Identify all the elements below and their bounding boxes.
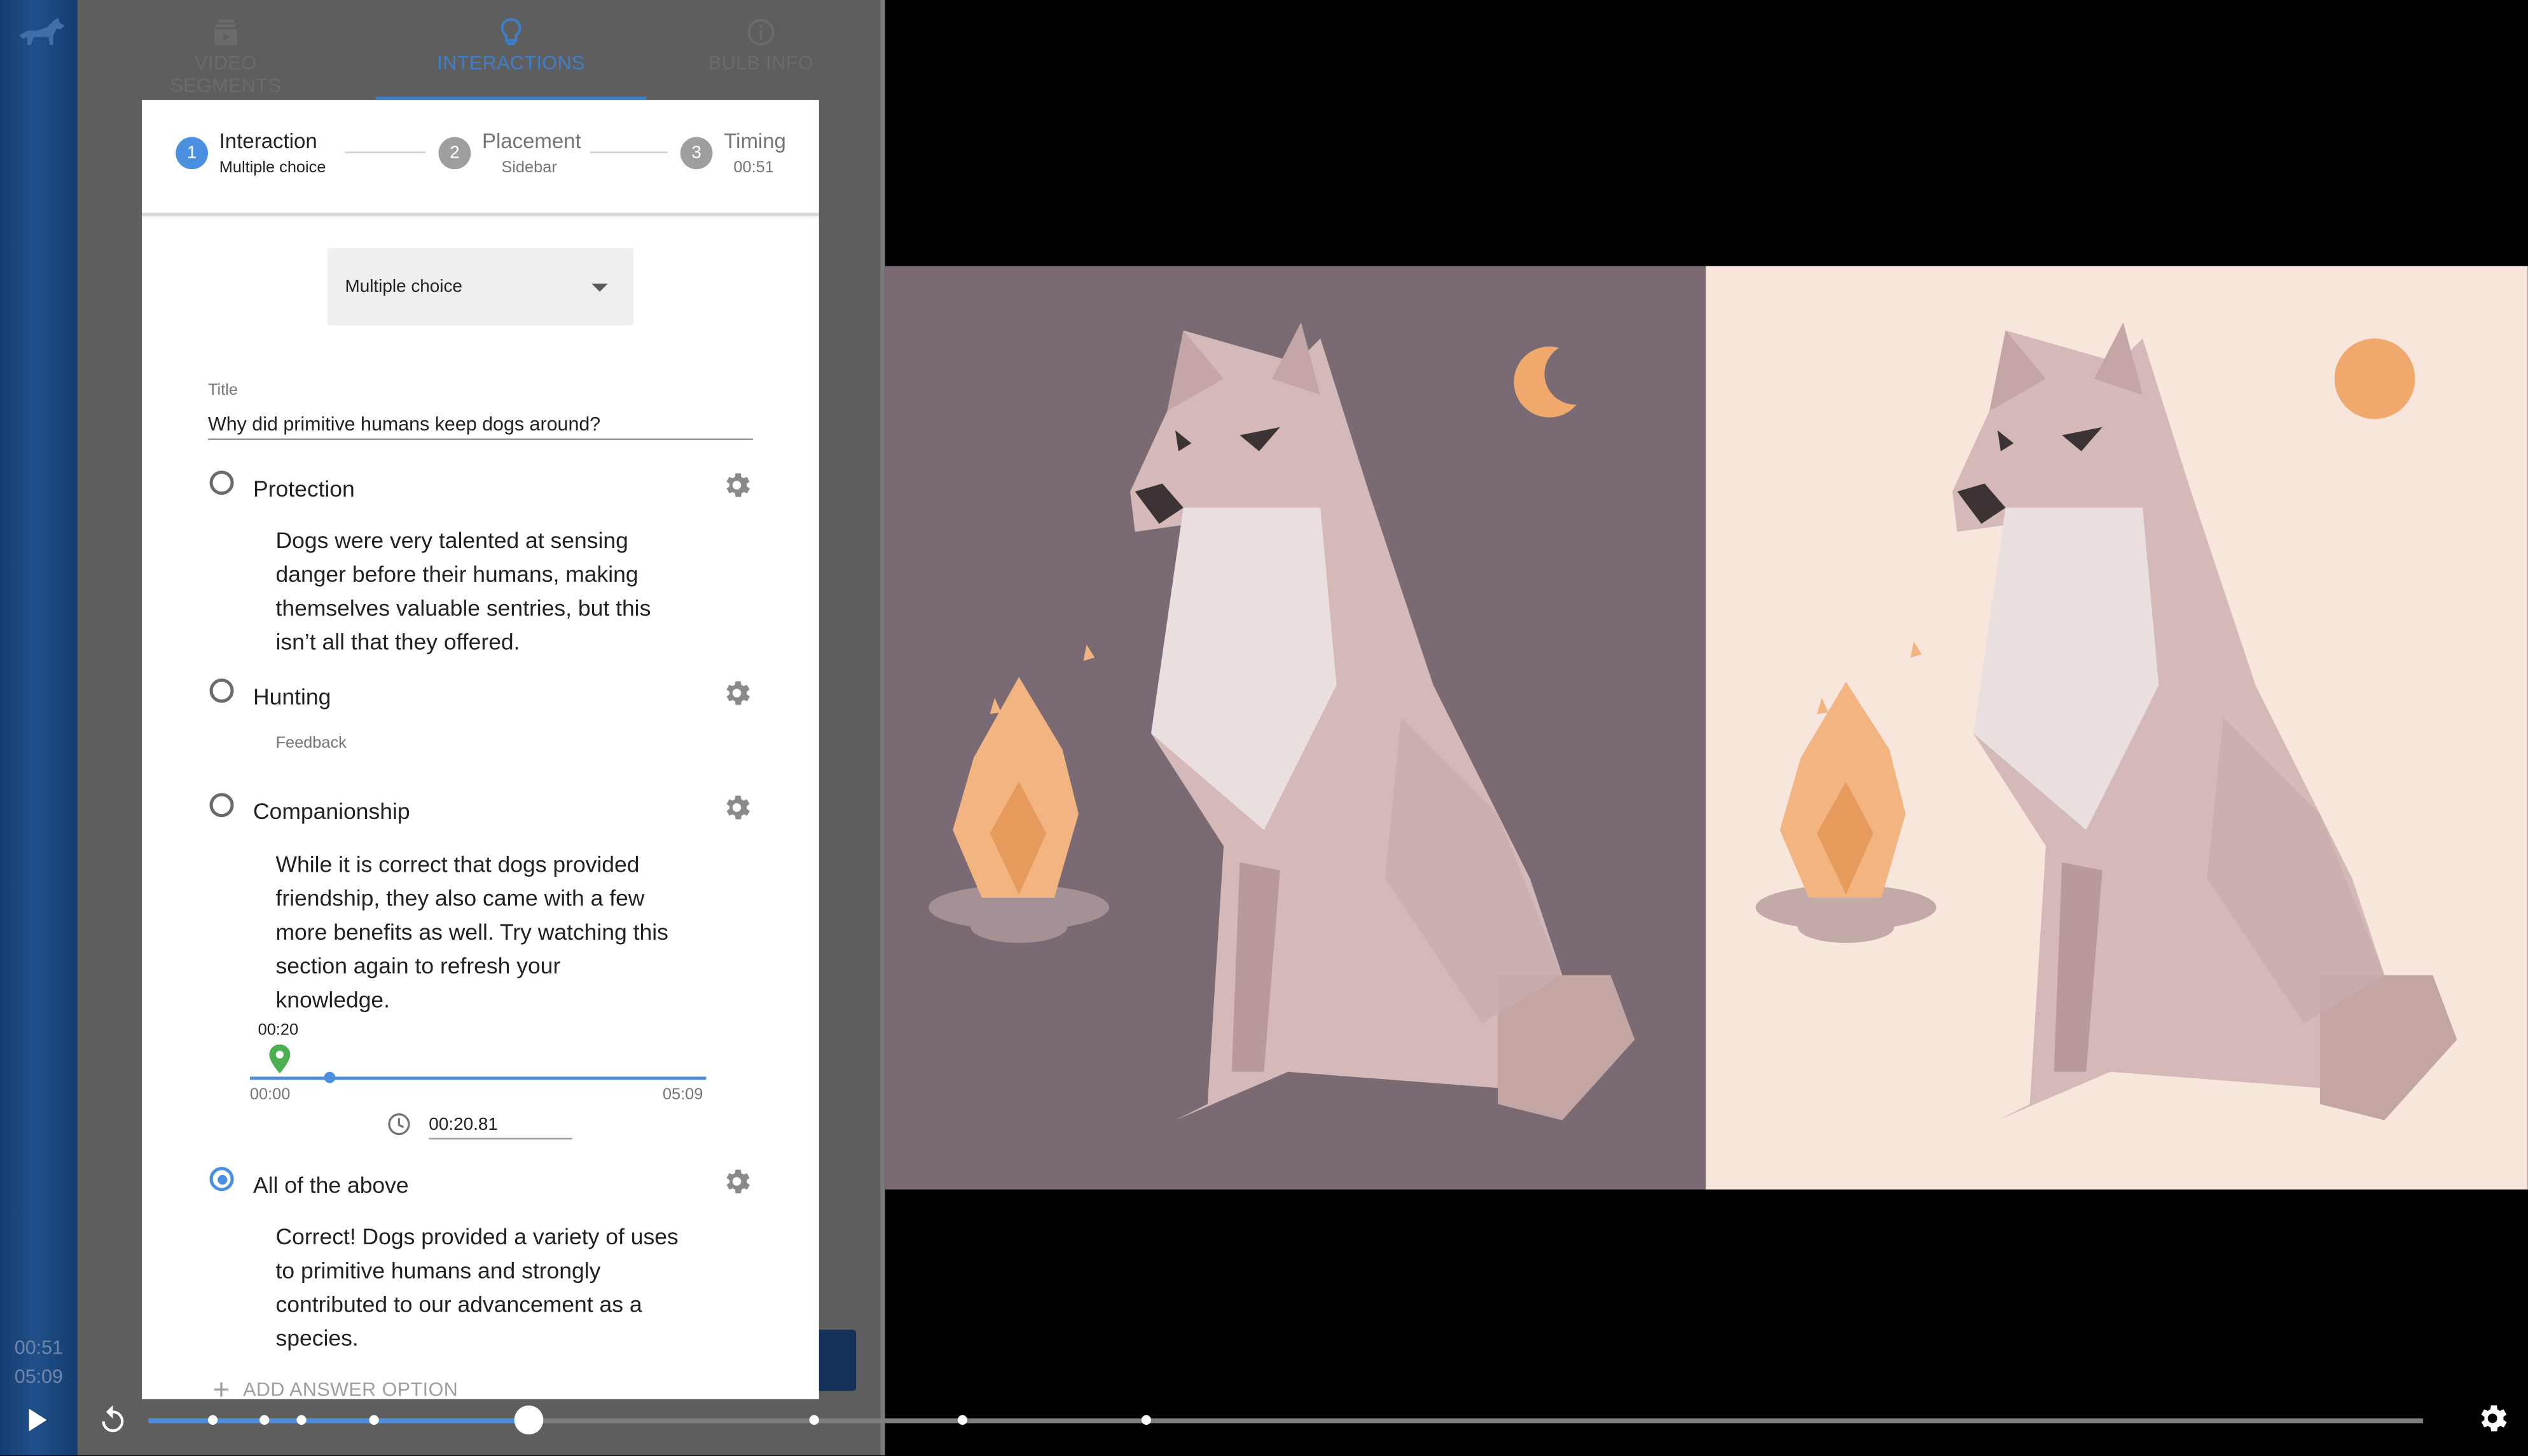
- step-2-subtitle: Sidebar: [501, 159, 557, 177]
- total-time: 05:09: [14, 1365, 63, 1388]
- slider-track[interactable]: [249, 1076, 707, 1080]
- title-input[interactable]: [208, 408, 753, 441]
- option-label[interactable]: All of the above: [253, 1172, 409, 1198]
- sun-icon: [2334, 338, 2415, 420]
- gear-icon[interactable]: [721, 677, 753, 710]
- option-radio-all-of-the-above[interactable]: [209, 1167, 234, 1192]
- tab-label: BULB INFO: [708, 52, 814, 74]
- option-radio-companionship[interactable]: [209, 793, 234, 818]
- slider-handle[interactable]: [324, 1071, 336, 1083]
- map-pin-icon[interactable]: [269, 1044, 291, 1074]
- seek-bar-progress: [148, 1418, 528, 1424]
- play-icon[interactable]: [26, 1407, 48, 1433]
- clock-icon: [388, 1113, 410, 1136]
- feedback-placeholder[interactable]: Feedback: [275, 735, 679, 754]
- editor-tabs: VIDEO SEGMENTS INTERACTIONS BULB INFO: [78, 0, 880, 100]
- interaction-marker[interactable]: [259, 1415, 270, 1425]
- step-3-title[interactable]: Timing: [724, 129, 786, 153]
- gear-icon[interactable]: [721, 792, 753, 824]
- step-3-number[interactable]: 3: [680, 137, 713, 170]
- gear-icon[interactable]: [721, 1165, 753, 1198]
- video-segments-icon: [214, 19, 237, 45]
- seek-knob[interactable]: [513, 1405, 543, 1435]
- interaction-marker[interactable]: [368, 1415, 378, 1425]
- option-label[interactable]: Hunting: [253, 683, 331, 710]
- tab-video-segments[interactable]: VIDEO SEGMENTS: [139, 0, 313, 100]
- option-radio-hunting[interactable]: [209, 678, 234, 703]
- option-radio-protection[interactable]: [209, 470, 234, 495]
- lightbulb-icon: [501, 18, 521, 45]
- info-icon: [747, 18, 775, 46]
- option-feedback[interactable]: While it is correct that dogs provided f…: [275, 848, 679, 1017]
- replay-icon[interactable]: [97, 1404, 129, 1436]
- step-2-number[interactable]: 2: [438, 137, 471, 170]
- option-feedback[interactable]: Correct! Dogs provided a variety of uses…: [275, 1220, 679, 1356]
- panel-divider[interactable]: [880, 0, 885, 1456]
- tab-label: VIDEO SEGMENTS: [170, 52, 282, 97]
- current-time: 00:51: [14, 1336, 63, 1359]
- step-connector: [345, 151, 426, 153]
- settings-gear-icon[interactable]: [2475, 1401, 2510, 1436]
- option-label[interactable]: Companionship: [253, 798, 410, 824]
- seek-slider[interactable]: 00:20 00:00 05:09: [249, 1015, 711, 1112]
- add-answer-option-button[interactable]: + ADD ANSWER OPTION: [213, 1373, 459, 1399]
- app-stage: 00:51 05:09 VIDEO SEGMENTS INTERACTIONS: [0, 0, 2528, 1456]
- step-connector: [590, 151, 668, 153]
- option-feedback[interactable]: Dogs were very talented at sensing dange…: [275, 524, 679, 659]
- select-value: Multiple choice: [345, 277, 462, 297]
- interaction-dialog: 1 Interaction Multiple choice 2 Placemen…: [142, 100, 819, 1399]
- plus-icon: +: [212, 1373, 230, 1399]
- interaction-marker[interactable]: [958, 1415, 968, 1425]
- option-label[interactable]: Protection: [253, 476, 355, 502]
- step-3-subtitle: 00:51: [733, 159, 774, 177]
- slider-end-label: 05:09: [662, 1086, 703, 1104]
- step-1-number[interactable]: 1: [176, 137, 209, 170]
- tab-bulb-info[interactable]: BULB INFO: [690, 0, 832, 100]
- gear-icon[interactable]: [721, 469, 753, 502]
- dog-logo-icon[interactable]: [15, 13, 66, 48]
- interaction-marker[interactable]: [1142, 1415, 1152, 1425]
- title-label: Title: [208, 381, 238, 400]
- add-option-label: ADD ANSWER OPTION: [243, 1378, 459, 1399]
- dropdown-arrow-icon: [591, 284, 608, 292]
- slider-start-label: 00:00: [249, 1086, 291, 1104]
- pin-time-label: 00:20: [258, 1022, 299, 1040]
- step-2-title[interactable]: Placement: [482, 129, 581, 153]
- timestamp-input[interactable]: [429, 1110, 572, 1140]
- left-rail: 00:51 05:09: [0, 0, 78, 1456]
- step-1-subtitle: Multiple choice: [219, 159, 326, 177]
- stepper: 1 Interaction Multiple choice 2 Placemen…: [142, 100, 819, 216]
- interaction-type-select[interactable]: Multiple choice: [327, 248, 634, 326]
- video-frame[interactable]: [885, 266, 2528, 1190]
- step-1-title[interactable]: Interaction: [219, 129, 317, 153]
- tab-label: INTERACTIONS: [437, 52, 585, 74]
- tab-interactions[interactable]: INTERACTIONS: [376, 0, 647, 100]
